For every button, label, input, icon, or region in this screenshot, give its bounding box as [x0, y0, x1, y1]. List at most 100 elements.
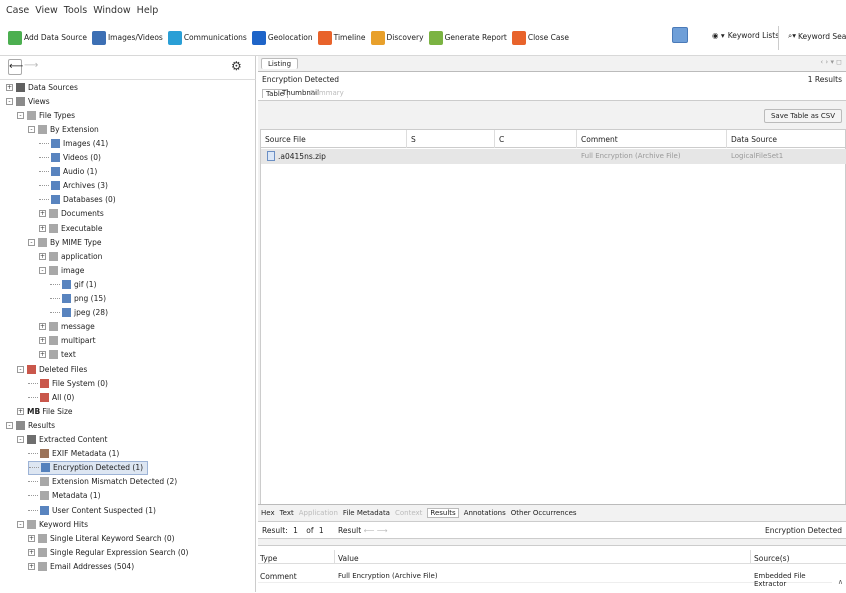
back-button[interactable]: ⟵ — [8, 59, 23, 75]
tab-listing[interactable]: Listing — [261, 58, 299, 69]
tree-node[interactable]: User Content Suspected (1) — [28, 503, 156, 517]
close-case-button[interactable]: Close Case — [511, 30, 569, 45]
menu-tools[interactable]: Tools — [64, 5, 87, 16]
tab-annotations[interactable]: Annotations — [464, 509, 506, 517]
tree-node[interactable]: Archives (3) — [39, 179, 108, 193]
generate-report-button[interactable]: Generate Report — [428, 30, 507, 45]
tree-node[interactable]: - File Types — [17, 108, 75, 122]
collapse-icon[interactable]: - — [17, 365, 24, 373]
column-header[interactable]: Source File — [261, 130, 407, 148]
expand-icon[interactable]: + — [6, 83, 13, 91]
tree-node[interactable]: - Results — [6, 418, 55, 432]
tree-node[interactable]: Encryption Detected (1) — [28, 460, 149, 475]
column-header[interactable]: S — [407, 130, 495, 148]
tree-node[interactable]: + Executable — [39, 221, 102, 235]
message-icon[interactable] — [672, 27, 688, 43]
tree-node[interactable]: + multipart — [39, 334, 96, 348]
tree-node[interactable]: File System (0) — [28, 376, 108, 390]
tab-hex[interactable]: Hex — [261, 509, 275, 517]
tree-node[interactable]: - Extracted Content — [17, 433, 107, 447]
tree-node[interactable]: + Documents — [39, 207, 104, 221]
collapse-icon[interactable]: - — [28, 125, 35, 133]
tree-node[interactable]: Images (41) — [39, 136, 108, 150]
tree-node[interactable]: All (0) — [28, 390, 74, 404]
column-header[interactable]: C — [495, 130, 577, 148]
tree-node[interactable]: + text — [39, 348, 76, 362]
tree-node[interactable]: Metadata (1) — [28, 489, 101, 503]
keyword-search-button[interactable]: ⌕▾Keyword Search — [788, 31, 846, 41]
column-header[interactable]: Value — [338, 554, 359, 563]
tree-node[interactable]: - image — [39, 263, 84, 277]
tree-node[interactable]: Audio (1) — [39, 165, 97, 179]
expand-icon[interactable]: + — [39, 252, 46, 260]
tab-text[interactable]: Text — [280, 509, 294, 517]
collapse-icon[interactable]: - — [17, 520, 24, 528]
menu-window[interactable]: Window — [93, 5, 130, 16]
forward-button[interactable]: ⟶ — [24, 59, 38, 75]
column-header[interactable]: Data Source — [727, 130, 846, 148]
menu-case[interactable]: Case — [6, 5, 29, 16]
tab-results[interactable]: Results — [427, 508, 459, 518]
collapse-icon[interactable]: - — [17, 111, 24, 119]
tree-node[interactable]: jpeg (28) — [50, 306, 108, 320]
geolocation-button[interactable]: Geolocation — [251, 30, 313, 45]
collapse-icon[interactable]: - — [39, 266, 46, 274]
tree-node[interactable]: - By Extension — [28, 122, 99, 136]
window-controls[interactable]: ‹ › ▾ ◻ — [820, 58, 842, 66]
scroll-up-icon[interactable]: ∧ — [838, 578, 843, 586]
tree-node[interactable]: + MB File Size — [17, 404, 73, 418]
expand-icon[interactable]: + — [39, 210, 46, 218]
expand-icon[interactable]: + — [17, 407, 24, 415]
expand-icon[interactable]: + — [28, 562, 35, 570]
tree-node[interactable]: - Deleted Files — [17, 362, 87, 376]
expand-icon[interactable]: + — [39, 351, 46, 359]
tab-summary[interactable]: Summary — [310, 89, 344, 97]
column-header[interactable]: Type — [260, 554, 277, 563]
tab-other-occurrences[interactable]: Other Occurrences — [511, 509, 577, 517]
user-content-icon — [40, 505, 49, 515]
menu-view[interactable]: View — [35, 5, 58, 16]
tab-application[interactable]: Application — [299, 509, 338, 517]
tree-node[interactable]: + Single Literal Keyword Search (0) — [28, 531, 175, 545]
menu-help[interactable]: Help — [137, 5, 159, 16]
tree-node[interactable]: + Email Addresses (504) — [28, 559, 134, 573]
collapse-icon[interactable]: - — [6, 421, 13, 429]
timeline-button[interactable]: Timeline — [317, 30, 366, 45]
keyword-lists-button[interactable]: ◉ ▾ Keyword Lists — [712, 31, 779, 40]
expand-icon[interactable]: + — [39, 224, 46, 232]
communications-button[interactable]: Communications — [167, 30, 247, 45]
tab-context[interactable]: Context — [395, 509, 422, 517]
tree-node[interactable]: EXIF Metadata (1) — [28, 447, 119, 461]
gear-icon[interactable]: ⚙ — [231, 59, 242, 73]
discovery-button[interactable]: Discovery — [370, 30, 424, 45]
tree-node[interactable]: Videos (0) — [39, 151, 101, 165]
tree-node[interactable]: gif (1) — [50, 277, 97, 291]
table-row[interactable]: .a0415ns.zip Full Encryption (Archive Fil… — [261, 149, 846, 164]
tree-node[interactable]: + application — [39, 249, 102, 263]
tree-node[interactable]: + message — [39, 320, 95, 334]
expand-icon[interactable]: + — [39, 337, 46, 345]
column-header[interactable]: Comment — [577, 130, 727, 148]
tree-node[interactable]: - Views — [6, 94, 50, 108]
save-table-csv-button[interactable]: Save Table as CSV — [763, 109, 842, 123]
tree-node[interactable]: + Data Sources — [6, 80, 78, 94]
collapse-icon[interactable]: - — [6, 97, 13, 105]
column-header[interactable]: Source(s) — [754, 554, 790, 563]
tree-node[interactable]: - Keyword Hits — [17, 517, 88, 531]
expand-icon[interactable]: + — [28, 548, 35, 556]
tree-node[interactable]: + Single Regular Expression Search (0) — [28, 545, 188, 559]
tree-label: Executable — [61, 223, 103, 233]
expand-icon[interactable]: + — [39, 323, 46, 331]
collapse-icon[interactable]: - — [28, 238, 35, 246]
collapse-icon[interactable]: - — [17, 436, 24, 443]
tab-file-metadata[interactable]: File Metadata — [343, 509, 390, 517]
tree-node[interactable]: png (15) — [50, 292, 106, 306]
images-videos-button[interactable]: Images/Videos — [91, 30, 163, 45]
tree-node[interactable]: Databases (0) — [39, 193, 116, 207]
expand-icon[interactable]: + — [28, 534, 35, 542]
result-nav[interactable]: Result ⟵ ⟶ — [338, 526, 387, 535]
table-row[interactable]: Comment Full Encryption (Archive File) Emb… — [258, 570, 832, 588]
tree-node[interactable]: - By MIME Type — [28, 235, 101, 249]
add-data-source-button[interactable]: Add Data Source — [8, 30, 87, 45]
tree-node[interactable]: Extension Mismatch Detected (2) — [28, 475, 177, 489]
